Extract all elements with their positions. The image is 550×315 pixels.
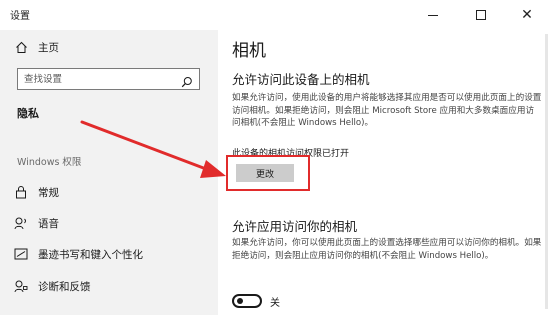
minimize-icon [428, 14, 438, 16]
sidebar-heading-privacy: 隐私 [17, 107, 39, 120]
sidebar-item-label: 主页 [38, 41, 59, 54]
main-content: 相机 允许访问此设备上的相机 如果允许访问，使用此设备的用户将能够选择其应用是否… [218, 30, 550, 315]
close-icon: ✕ [521, 7, 533, 23]
pen-icon [14, 247, 28, 261]
device-access-description: 如果允许访问，使用此设备的用户将能够选择其应用是否可以使用此页面上的设置访问相机… [232, 93, 542, 128]
scrollbar[interactable] [545, 34, 548, 309]
sidebar: 主页 隐私 Windows 权限 常规 语音 墨迹书写和键入个性化 诊断和反馈 [0, 30, 218, 315]
app-access-toggle[interactable] [232, 294, 262, 308]
sidebar-item-label: 诊断和反馈 [38, 280, 91, 293]
app-access-heading: 允许应用访问你的相机 [232, 219, 358, 234]
maximize-icon [476, 10, 486, 20]
sidebar-item-diagnostics[interactable]: 诊断和反馈 [0, 275, 218, 297]
device-access-heading: 允许访问此设备上的相机 [232, 72, 370, 87]
home-icon [14, 40, 28, 54]
app-access-description: 如果允许访问，你可以使用此页面上的设置选择哪些应用可以访问你的相机。如果拒绝访问… [232, 238, 542, 261]
close-button[interactable]: ✕ [504, 0, 550, 30]
page-title: 相机 [232, 41, 266, 61]
sidebar-section-label: Windows 权限 [17, 157, 82, 168]
sidebar-item-label: 墨迹书写和键入个性化 [38, 248, 143, 261]
sidebar-item-inking[interactable]: 墨迹书写和键入个性化 [0, 243, 218, 265]
feedback-icon [14, 279, 28, 293]
title-bar: 设置 ✕ [0, 0, 550, 30]
toggle-state-label: 关 [270, 298, 280, 309]
search-input[interactable] [18, 69, 178, 89]
toggle-knob [237, 298, 243, 304]
sidebar-item-general[interactable]: 常规 [0, 181, 218, 203]
highlight-box [226, 155, 310, 191]
sidebar-item-label: 语音 [38, 217, 59, 230]
sidebar-item-label: 常规 [38, 186, 59, 199]
search-icon[interactable] [181, 73, 193, 88]
window-title: 设置 [10, 11, 30, 22]
sidebar-item-home[interactable]: 主页 [0, 36, 218, 58]
speech-icon [14, 216, 28, 230]
search-box[interactable] [17, 68, 200, 90]
maximize-button[interactable] [458, 0, 504, 30]
minimize-button[interactable] [410, 0, 456, 30]
sidebar-item-speech[interactable]: 语音 [0, 212, 218, 234]
lock-icon [14, 185, 28, 199]
